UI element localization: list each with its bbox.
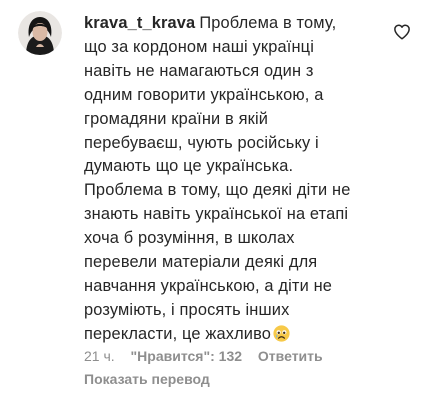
show-translation-button[interactable]: Показать перевод — [84, 370, 210, 388]
sad-face-emoji — [273, 325, 290, 350]
avatar[interactable] — [18, 11, 62, 55]
comment-line: перекласти, це жахливо — [84, 324, 272, 343]
comment-line: навчання українською, а діти не — [84, 276, 333, 295]
comment-username[interactable]: krava_t_krava — [84, 14, 195, 32]
heart-outline-icon — [394, 24, 410, 40]
comment-timestamp[interactable]: 21 ч. — [84, 348, 115, 364]
comment-line: Проблема в тому, — [199, 14, 337, 32]
comment-line: знають навіть української на етапі — [84, 205, 349, 224]
comment-line: хоча б розуміння, в школах — [84, 229, 295, 248]
comment-line: думають що це українська. — [84, 157, 294, 176]
comment-line: навіть не намагаються один з — [84, 61, 314, 80]
comment-text: Проблема в тому, що за кордоном наші укр… — [84, 14, 351, 343]
comment-line: одним говорити українською, а — [84, 85, 324, 104]
comment-line: що за кордоном наші українці — [84, 37, 314, 56]
comment-line: перевели матеріали деякі для — [84, 253, 318, 272]
comment: krava_t_krava Проблема в тому, що за корд… — [0, 0, 428, 412]
comment-line: розуміють, і просять інших — [84, 300, 290, 319]
likes-count-button[interactable]: "Нравится": 132 — [131, 348, 242, 364]
comment-meta: 21 ч. "Нравится": 132 Ответить — [84, 347, 335, 365]
reply-button[interactable]: Ответить — [258, 348, 323, 364]
comment-line: громадяни країни в якій — [84, 109, 269, 128]
comment-line: перебуваєш, чують російську і — [84, 133, 319, 152]
like-button[interactable] — [393, 23, 411, 41]
comment-body: krava_t_krava Проблема в тому, що за корд… — [84, 12, 390, 350]
comment-line: Проблема в тому, що деякі діти не — [84, 181, 351, 200]
